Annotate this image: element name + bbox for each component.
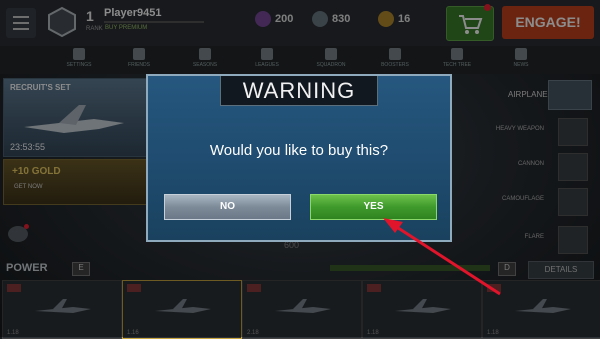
dialog-title: WARNING [242, 78, 356, 103]
yes-button[interactable]: YES [310, 194, 437, 220]
no-button[interactable]: NO [164, 194, 291, 220]
dialog-title-bar: WARNING [220, 76, 378, 106]
warning-dialog: WARNING Would you like to buy this? NO Y… [146, 74, 452, 242]
dialog-message: Would you like to buy this? [209, 142, 389, 159]
